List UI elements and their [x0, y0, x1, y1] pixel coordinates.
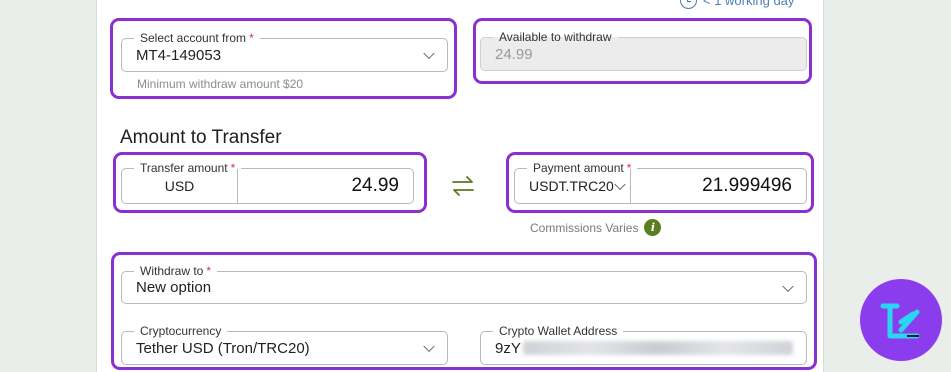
- transfer-currency: USD: [122, 169, 238, 203]
- wallet-address-field[interactable]: Crypto Wallet Address 9zY: [480, 324, 807, 365]
- chevron-down-icon: [782, 280, 794, 292]
- withdraw-to-select[interactable]: Withdraw to * New option: [121, 264, 807, 304]
- swap-arrows-icon[interactable]: [450, 174, 476, 198]
- commissions-text: Commissions Varies: [530, 220, 639, 235]
- clock-icon: [680, 0, 697, 9]
- blurred-address: [522, 341, 793, 355]
- available-value: 24.99: [495, 45, 533, 63]
- chevron-down-icon: [614, 178, 626, 191]
- payment-currency-value: USDT.TRC20: [529, 178, 614, 194]
- info-icon[interactable]: i: [644, 219, 662, 236]
- chevron-down-icon: [423, 340, 435, 353]
- delivery-time-text: < 1 working day: [703, 0, 795, 8]
- payment-amount-field[interactable]: Payment amount * USDT.TRC20 21.999496: [514, 161, 807, 204]
- transfer-amount-input[interactable]: 24.99: [351, 169, 399, 203]
- commissions-note: Commissions Varies i: [530, 219, 662, 236]
- amount-to-transfer-heading: Amount to Transfer: [120, 127, 282, 148]
- account-select[interactable]: Select account from * MT4-149053: [121, 31, 448, 72]
- minimum-withdraw-hint: Minimum withdraw amount $20: [137, 77, 304, 91]
- wallet-address-value: 9zY: [495, 332, 793, 364]
- brand-logo-icon: [860, 279, 942, 361]
- chevron-down-icon: [423, 47, 435, 60]
- payment-amount-value: 21.999496: [702, 175, 792, 196]
- cryptocurrency-select[interactable]: Cryptocurrency Tether USD (Tron/TRC20): [121, 324, 448, 365]
- account-select-value: MT4-149053: [136, 46, 222, 64]
- available-to-withdraw-field: Available to withdraw 24.99: [480, 30, 807, 71]
- transfer-amount-field[interactable]: Transfer amount * USD 24.99: [121, 161, 414, 204]
- withdraw-to-value: New option: [136, 279, 212, 296]
- delivery-time: < 1 working day: [680, 0, 794, 9]
- payment-currency-select[interactable]: USDT.TRC20: [515, 169, 631, 203]
- cryptocurrency-value: Tether USD (Tron/TRC20): [136, 339, 310, 357]
